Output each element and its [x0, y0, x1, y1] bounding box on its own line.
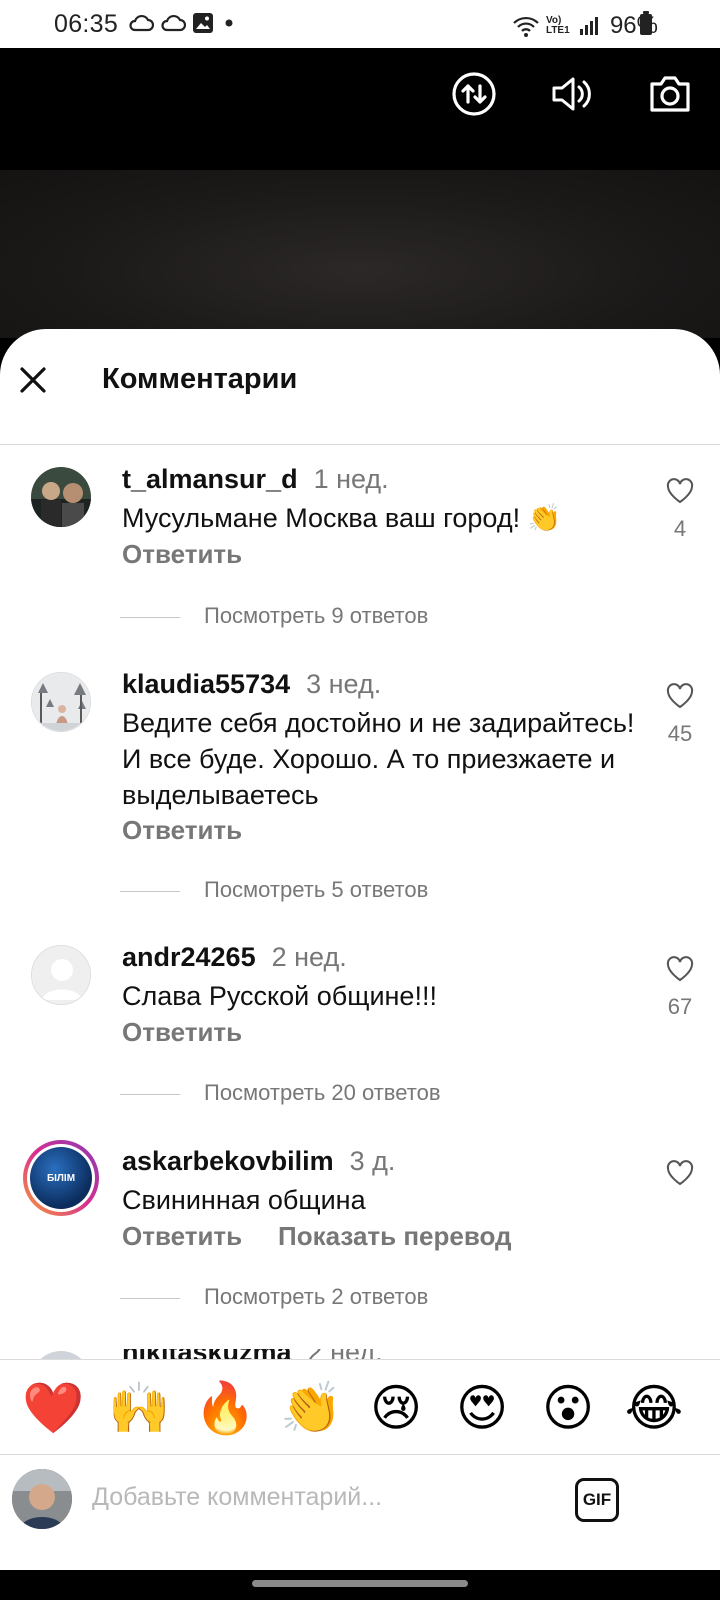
view-replies-button[interactable]: Посмотреть 9 ответов: [0, 603, 720, 633]
sheet-title: Комментарии: [102, 363, 298, 395]
comment-text: Свининная община: [122, 1185, 366, 1215]
comment-header: t_almansur_d 1 нед.: [122, 464, 389, 495]
story-ring-avatar[interactable]: БІЛІМ: [23, 1140, 99, 1216]
volume-icon[interactable]: [548, 70, 596, 118]
comment-input[interactable]: Добавьте комментарий...: [92, 1483, 382, 1512]
gif-button[interactable]: GIF: [575, 1478, 619, 1522]
view-replies-label: Посмотреть 9 ответов: [204, 603, 429, 628]
emoji-fire-button[interactable]: 🔥: [194, 1378, 256, 1438]
avatar-logo-text: БІЛІМ: [46, 1172, 76, 1184]
comment-composer: Добавьте комментарий... GIF: [0, 1455, 720, 1545]
view-replies-label: Посмотреть 5 ответов: [204, 877, 429, 902]
view-replies-button[interactable]: Посмотреть 2 ответов: [0, 1284, 720, 1314]
comment-text: Слава Русской общине!!!: [122, 981, 437, 1011]
like-count: 67: [667, 994, 693, 1019]
battery-icon: [640, 11, 652, 35]
comment-header: askarbekovbilim 3 д.: [122, 1146, 395, 1177]
comment-header: klaudia55734 3 нед.: [122, 669, 381, 700]
comment-time: 2 нед.: [271, 942, 347, 972]
heart-icon[interactable]: [665, 954, 695, 984]
dot-icon: [225, 19, 233, 27]
video-frame: [0, 170, 720, 338]
camera-icon[interactable]: [646, 70, 694, 118]
reply-button[interactable]: Ответить: [122, 1221, 242, 1252]
emoji-clap-button[interactable]: 👏: [280, 1378, 342, 1438]
replies-line: [120, 891, 180, 892]
emoji-surprised-button[interactable]: 😮: [538, 1378, 598, 1438]
status-bar: 06:35 Vo) LTE1 96%: [0, 0, 720, 48]
show-translation-button[interactable]: Показать перевод: [278, 1221, 512, 1252]
replies-line: [120, 1094, 180, 1095]
emoji-heart-eyes-button[interactable]: 😍: [452, 1378, 512, 1438]
comment-item: andr24265 2 нед. Слава Русской общине!!! …: [0, 942, 720, 1082]
heart-icon[interactable]: [665, 681, 695, 711]
wifi-icon: [513, 16, 539, 37]
sheet-header: Комментарии: [0, 329, 720, 445]
cloud-icon: [161, 14, 186, 32]
comment-header: andr24265 2 нед.: [122, 942, 347, 973]
data-saver-icon[interactable]: [450, 70, 498, 118]
avatar[interactable]: [31, 672, 91, 732]
comment-username[interactable]: andr24265: [122, 942, 256, 972]
reply-button[interactable]: Ответить: [122, 539, 242, 570]
signal-icon: [579, 17, 598, 35]
comment-time: 1 нед.: [313, 464, 389, 494]
emoji-cry-button[interactable]: 😢: [366, 1378, 426, 1438]
view-replies-label: Посмотреть 20 ответов: [204, 1080, 441, 1105]
close-button[interactable]: [16, 363, 50, 397]
avatar[interactable]: [31, 467, 91, 527]
status-time: 06:35: [54, 10, 119, 38]
comment-username[interactable]: klaudia55734: [122, 669, 290, 699]
heart-icon[interactable]: [665, 476, 695, 506]
avatar[interactable]: [31, 945, 91, 1005]
quick-emoji-bar: ❤️ 🙌 🔥 👏 😢 😍 😮 😂: [0, 1359, 720, 1455]
reply-button[interactable]: Ответить: [122, 1017, 242, 1048]
my-avatar: [12, 1469, 72, 1529]
comment-username[interactable]: askarbekovbilim: [122, 1146, 334, 1176]
emoji-raised-hands-button[interactable]: 🙌: [108, 1378, 170, 1438]
comment-item: klaudia55734 3 нед. Ведите себя достойно …: [0, 669, 720, 869]
replies-line: [120, 1298, 180, 1299]
avatar-logo: БІЛІМ: [30, 1147, 92, 1209]
system-icons: Vo) LTE1 96%: [512, 12, 658, 40]
close-icon: [20, 367, 46, 393]
heart-icon[interactable]: [665, 1158, 695, 1188]
notification-icons: [128, 12, 236, 34]
comment-time: 3 д.: [349, 1146, 396, 1176]
like-count: 45: [667, 721, 693, 746]
emoji-heart-button[interactable]: ❤️: [22, 1378, 84, 1438]
avatar: БІЛІМ: [27, 1144, 95, 1212]
replies-line: [120, 617, 180, 618]
cloud-icon: [129, 14, 154, 32]
comment-time: 3 нед.: [306, 669, 382, 699]
comments-sheet: Комментарии t_almansur_d 1 нед. Мусульман…: [0, 329, 720, 1600]
gallery-icon: [193, 13, 213, 33]
comment-username[interactable]: t_almansur_d: [122, 464, 298, 494]
view-replies-button[interactable]: Посмотреть 5 ответов: [0, 877, 720, 907]
view-replies-button[interactable]: Посмотреть 20 ответов: [0, 1080, 720, 1110]
view-replies-label: Посмотреть 2 ответов: [204, 1284, 429, 1309]
like-count: 4: [673, 516, 687, 541]
network-label: Vo) LTE1: [545, 15, 570, 36]
comment-text: Мусульмане Москва ваш город! 👏: [122, 503, 562, 533]
reel-video[interactable]: [0, 48, 720, 338]
emoji-laugh-button[interactable]: 😂: [624, 1378, 684, 1438]
system-nav-bar: [0, 1570, 720, 1600]
reply-button[interactable]: Ответить: [122, 815, 242, 846]
home-gesture-handle[interactable]: [252, 1580, 468, 1587]
comment-text: Ведите себя достойно и не задирайтесь! И…: [122, 708, 635, 810]
comment-item: БІЛІМ askarbekovbilim 3 д. Свининная общи…: [0, 1140, 720, 1286]
